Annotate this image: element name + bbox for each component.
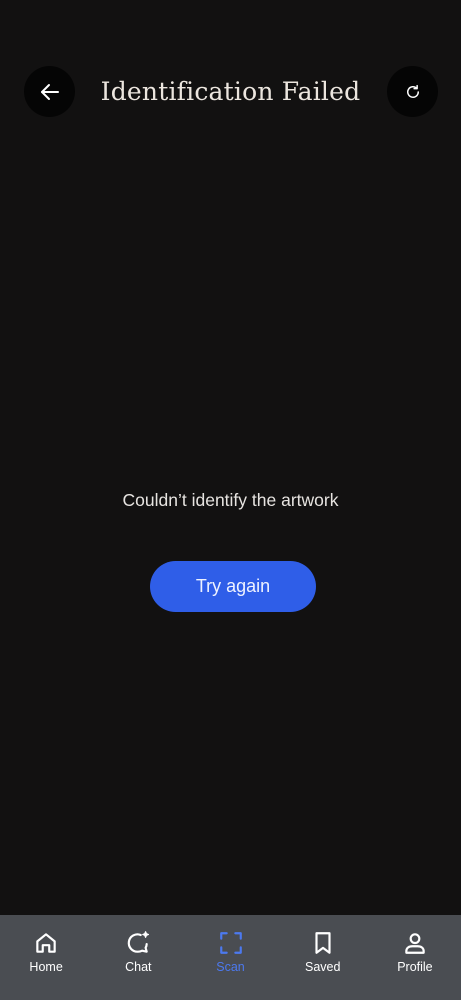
nav-label-scan: Scan	[216, 960, 245, 974]
nav-label-profile: Profile	[397, 960, 433, 974]
scan-icon	[219, 932, 242, 954]
header: Identification Failed	[0, 66, 461, 118]
bottom-nav: Home Chat Scan Saved Profile	[0, 915, 461, 1000]
home-icon	[36, 933, 56, 953]
user-icon	[405, 933, 425, 954]
nav-label-home: Home	[29, 960, 63, 974]
chat-sparkle-icon	[128, 931, 150, 953]
nav-label-chat: Chat	[125, 960, 152, 974]
nav-item-scan[interactable]: Scan	[184, 915, 276, 1000]
nav-item-home[interactable]: Home	[0, 915, 92, 1000]
arrow-left-icon	[40, 83, 59, 100]
nav-label-saved: Saved	[304, 960, 341, 974]
refresh-icon	[406, 84, 419, 98]
try-again-button[interactable]: Try again	[150, 561, 316, 612]
page-title: Identification Failed	[100, 77, 361, 106]
bookmark-icon	[315, 932, 331, 954]
identification-failed-screen: Identification Failed Couldn’t identify …	[0, 0, 461, 1000]
back-button[interactable]	[24, 66, 75, 117]
refresh-button[interactable]	[387, 66, 438, 117]
nav-item-saved[interactable]: Saved	[277, 915, 369, 1000]
nav-item-chat[interactable]: Chat	[92, 915, 184, 1000]
error-message: Couldn’t identify the artwork	[122, 490, 339, 510]
nav-item-profile[interactable]: Profile	[369, 915, 461, 1000]
